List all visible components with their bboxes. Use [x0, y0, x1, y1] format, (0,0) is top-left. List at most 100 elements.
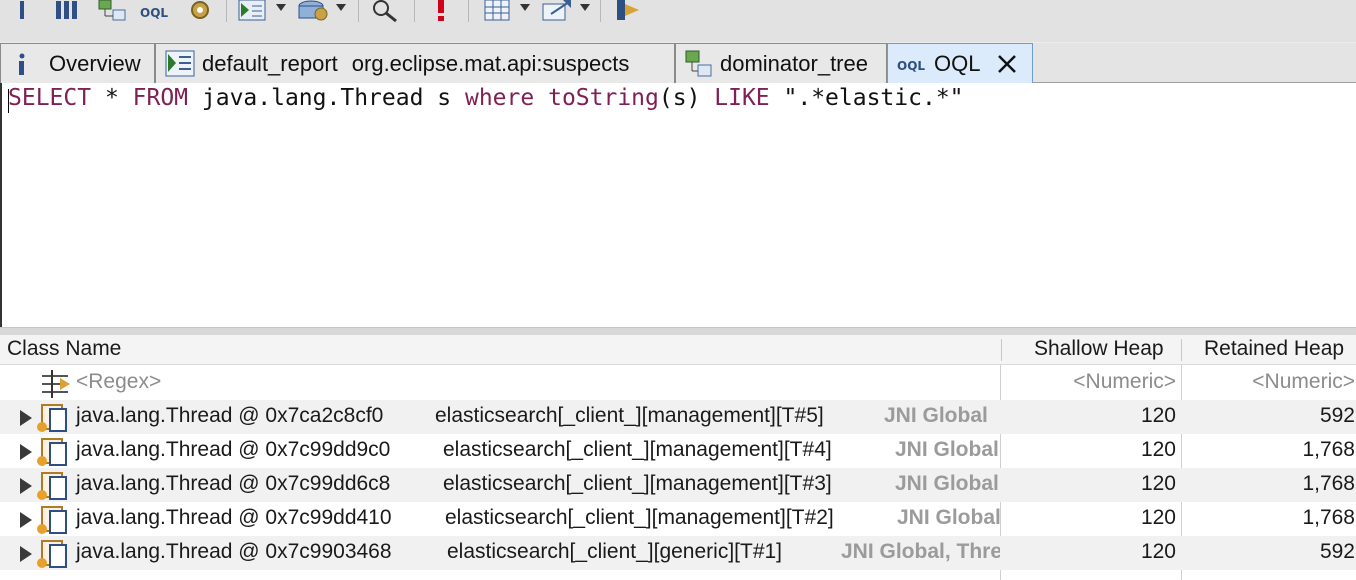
- class-name-cell: java.lang.Thread @ 0x7c99dd9c0 elasticse…: [0, 434, 1000, 468]
- pin-icon[interactable]: [610, 0, 644, 22]
- column-header-retained-heap[interactable]: Retained Heap: [1204, 337, 1344, 361]
- table-row[interactable]: java.lang.Thread @ 0x7c99dd410 elasticse…: [0, 502, 1356, 536]
- query-literal: ".*elastic.*": [769, 85, 964, 111]
- tab-label: default_report: [202, 50, 338, 76]
- svg-text:OQL: OQL: [897, 59, 925, 73]
- class-name-cell: java.lang.Thread @ 0x7ca2c8cf0 elasticse…: [0, 400, 1000, 434]
- pane-splitter[interactable]: [0, 327, 1356, 335]
- chevron-down-icon[interactable]: [276, 4, 286, 11]
- oql-editor[interactable]: SELECT * FROM java.lang.Thread s where t…: [0, 83, 1356, 327]
- toolbar-separator: [600, 0, 601, 22]
- column-divider[interactable]: [1001, 339, 1002, 361]
- keyword-select: SELECT: [8, 85, 92, 111]
- keyword-like: LIKE: [714, 85, 770, 111]
- object-address: java.lang.Thread @ 0x7c99dd6c8: [76, 472, 391, 495]
- expand-icon[interactable]: [20, 410, 32, 426]
- gear-icon[interactable]: [184, 0, 216, 22]
- shallow-heap-value: 120: [1140, 438, 1176, 461]
- alert-icon[interactable]: [430, 0, 452, 22]
- regex-filter-input[interactable]: <Regex>: [76, 370, 161, 394]
- column-header-shallow-heap[interactable]: Shallow Heap: [1034, 337, 1164, 361]
- tab-dominator-tree[interactable]: dominator_tree: [675, 43, 887, 83]
- keyword-from: FROM: [132, 85, 189, 111]
- tab-label: OQL: [934, 51, 981, 76]
- table-header: Class Name Shallow Heap Retained Heap: [0, 335, 1356, 365]
- table-row[interactable]: java.lang.Thread @ 0x7c99dd6c8 elasticse…: [0, 468, 1356, 502]
- toolbar-separator: [414, 0, 415, 22]
- expand-icon[interactable]: [20, 444, 32, 460]
- table-row[interactable]: java.lang.Thread @ 0x7c9903468 elasticse…: [0, 536, 1356, 570]
- thread-name: elasticsearch[_client_][management][T#3]: [443, 472, 832, 495]
- tab-sublabel: org.eclipse.mat.api:suspects: [351, 50, 630, 76]
- retained-heap-value: 1,768: [1302, 438, 1355, 461]
- expand-icon[interactable]: [20, 546, 32, 562]
- gc-root-label: JNI Global: [895, 472, 999, 495]
- shallow-heap-value: 120: [1140, 506, 1176, 529]
- function-tostring: toString: [548, 85, 659, 111]
- object-address: java.lang.Thread @ 0x7ca2c8cf0: [76, 404, 384, 427]
- chevron-down-icon[interactable]: [336, 4, 346, 11]
- grid-icon[interactable]: [482, 0, 514, 22]
- thread-name: elasticsearch[_client_][management][T#4]: [443, 438, 832, 461]
- tab-default-report[interactable]: default_report org.eclipse.mat.api:suspe…: [155, 43, 675, 83]
- gc-root-label: JNI Global: [897, 506, 1000, 529]
- shallow-heap-filter-input[interactable]: <Numeric>: [1004, 370, 1176, 394]
- thread-object-icon: [37, 540, 67, 568]
- filter-row: <Regex> <Numeric> <Numeric>: [0, 366, 1356, 400]
- gc-root-label: JNI Global, Thread: [841, 540, 1000, 563]
- regex-filter-icon: [38, 368, 74, 404]
- histogram-icon[interactable]: [52, 0, 82, 22]
- toolbar-separator: [358, 0, 359, 22]
- oql-icon: OQL: [896, 52, 930, 76]
- object-address: java.lang.Thread @ 0x7c9903468: [76, 540, 392, 563]
- retained-heap-filter-input[interactable]: <Numeric>: [1184, 370, 1355, 394]
- thread-object-icon: [37, 506, 67, 534]
- query-browser-icon[interactable]: [296, 0, 332, 22]
- shallow-heap-value: 120: [1140, 472, 1176, 495]
- report-icon: [164, 50, 198, 78]
- toolbar-separator: [226, 0, 227, 22]
- run-report-icon[interactable]: [236, 0, 272, 22]
- info-icon: [15, 52, 39, 76]
- close-icon[interactable]: [996, 53, 1018, 75]
- thread-object-icon: [37, 472, 67, 500]
- tab-overview[interactable]: Overview: [0, 43, 155, 83]
- query-star: *: [91, 85, 133, 111]
- thread-name: elasticsearch[_client_][generic][T#1]: [447, 540, 783, 563]
- editor-tab-bar: Overview default_report org.eclipse.mat.…: [0, 43, 1356, 84]
- main-toolbar: OQL: [0, 0, 1356, 42]
- table-row[interactable]: java.lang.Thread @ 0x7ca2c8cf0 elasticse…: [0, 400, 1356, 434]
- column-header-class-name[interactable]: Class Name: [7, 337, 121, 361]
- query-arg: (s): [658, 85, 715, 111]
- chevron-down-icon[interactable]: [580, 4, 590, 11]
- dominator-tree-icon: [684, 49, 714, 79]
- oql-query[interactable]: SELECT * FROM java.lang.Thread s where t…: [8, 85, 964, 111]
- search-icon[interactable]: [368, 0, 402, 22]
- oql-icon[interactable]: OQL: [138, 0, 172, 22]
- object-address: java.lang.Thread @ 0x7c99dd410: [76, 506, 392, 529]
- query-class: java.lang.Thread s: [188, 85, 465, 111]
- class-name-cell: java.lang.Thread @ 0x7c99dd410 elasticse…: [0, 502, 1000, 536]
- chevron-down-icon[interactable]: [520, 4, 530, 11]
- table-row[interactable]: java.lang.Thread @ 0x7c99dd9c0 elasticse…: [0, 434, 1356, 468]
- thread-object-icon: [37, 404, 67, 432]
- gc-root-label: JNI Global: [895, 438, 999, 461]
- results-table: Class Name Shallow Heap Retained Heap <R…: [0, 335, 1356, 580]
- thread-name: elasticsearch[_client_][management][T#5]: [435, 404, 824, 427]
- toolbar-separator: [468, 0, 469, 22]
- column-divider[interactable]: [1181, 339, 1182, 361]
- expand-icon[interactable]: [20, 512, 32, 528]
- shallow-heap-value: 120: [1140, 540, 1176, 563]
- keyword-where: where: [464, 85, 535, 111]
- export-icon[interactable]: [538, 0, 574, 22]
- thread-object-icon: [37, 438, 67, 466]
- info-icon[interactable]: [12, 0, 32, 22]
- thread-name: elasticsearch[_client_][management][T#2]: [445, 506, 834, 529]
- expand-icon[interactable]: [20, 478, 32, 494]
- dominator-tree-icon[interactable]: [96, 0, 128, 22]
- class-name-cell: java.lang.Thread @ 0x7c99dd6c8 elasticse…: [0, 468, 1000, 502]
- tab-label: dominator_tree: [720, 50, 868, 76]
- tab-oql[interactable]: OQL OQL: [887, 43, 1033, 84]
- retained-heap-value: 1,768: [1302, 506, 1355, 529]
- query-space: [534, 85, 548, 111]
